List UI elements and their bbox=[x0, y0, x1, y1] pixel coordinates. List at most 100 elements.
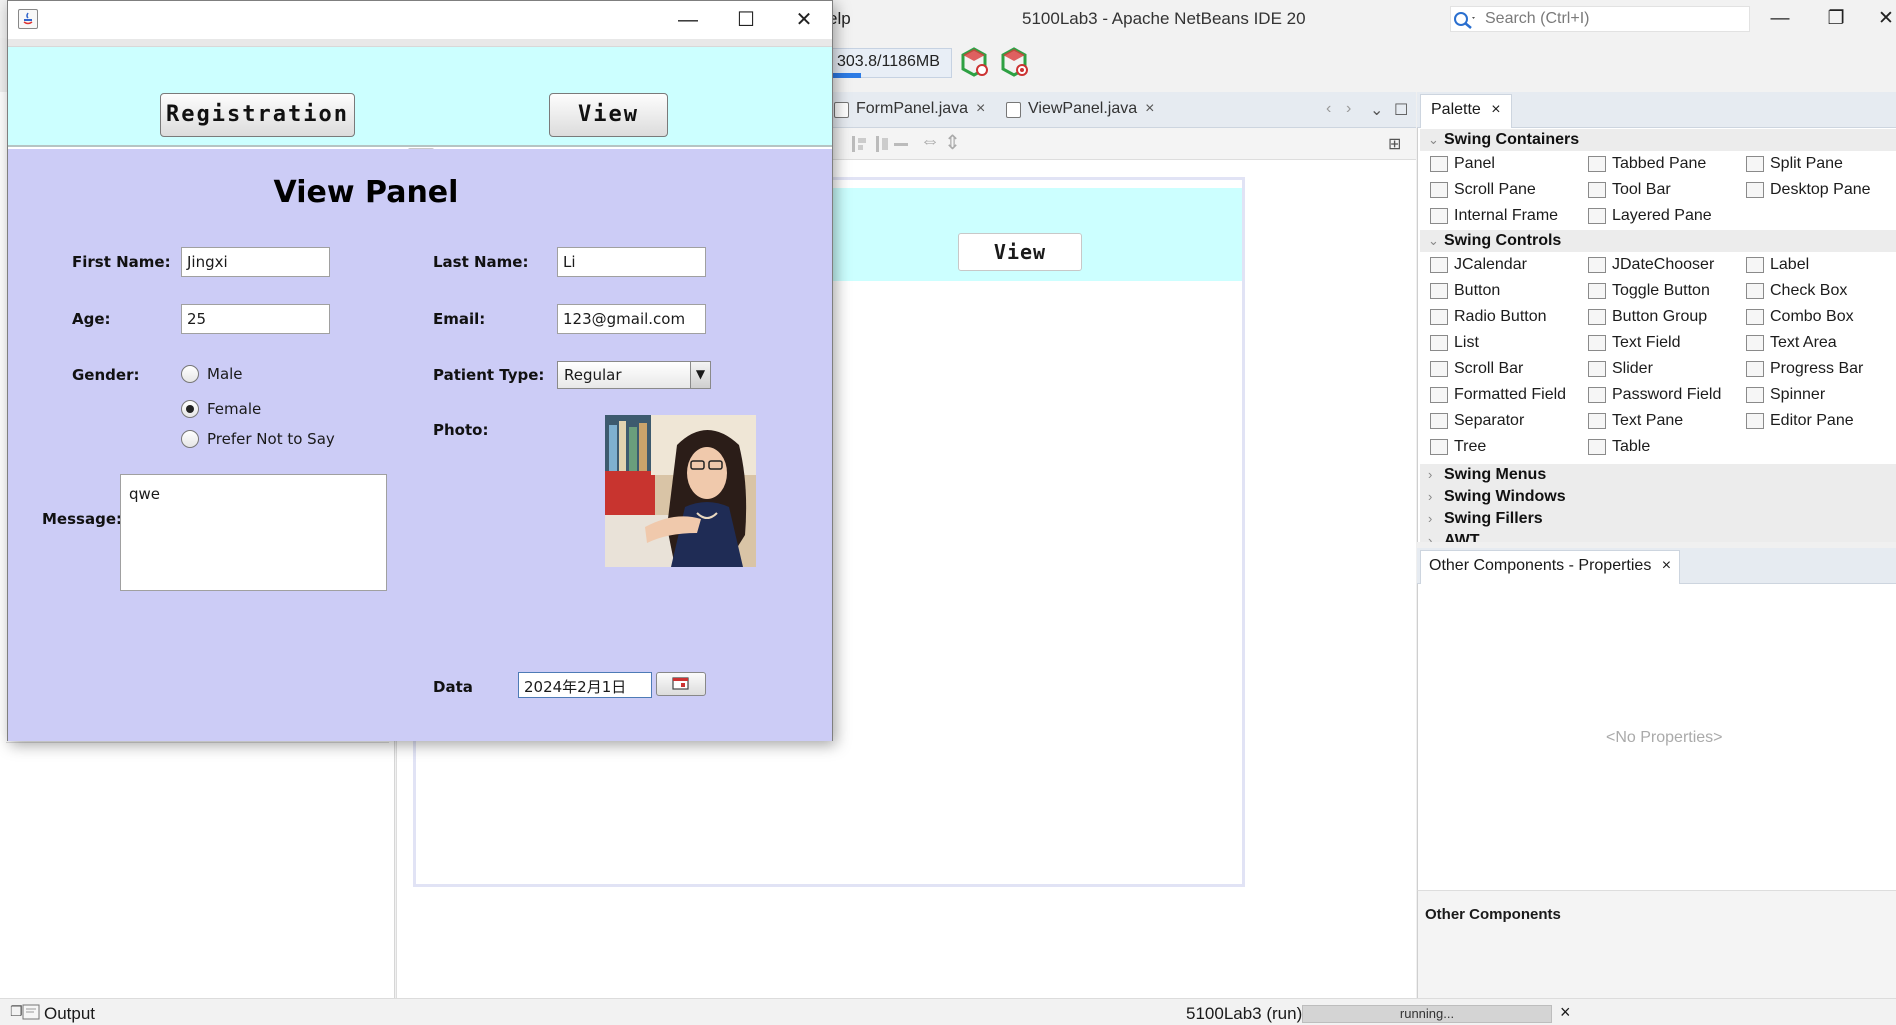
resize-horizontal-icon[interactable]: ⇔ bbox=[920, 130, 940, 153]
ide-minimize-button[interactable]: — bbox=[1760, 6, 1800, 32]
patient-type-select[interactable]: Regular ▼ bbox=[557, 361, 711, 389]
palette-item[interactable]: Desktop Pane bbox=[1744, 177, 1871, 203]
maximize-editor-icon[interactable]: ☐ bbox=[1394, 100, 1408, 120]
palette-item[interactable]: Panel bbox=[1428, 151, 1495, 177]
search-placeholder: Search (Ctrl+I) bbox=[1485, 10, 1590, 27]
output-tab[interactable]: Output bbox=[44, 1004, 95, 1024]
palette-item[interactable]: Radio Button bbox=[1428, 304, 1547, 330]
tab-formpanel[interactable]: FormPanel.java × bbox=[828, 92, 993, 128]
tab-properties[interactable]: Other Components - Properties × bbox=[1420, 550, 1681, 584]
profile-icon[interactable] bbox=[958, 46, 990, 78]
run-status-label: 5100Lab3 (run) bbox=[1186, 1004, 1303, 1023]
properties-close-icon[interactable]: × bbox=[1662, 557, 1671, 574]
palette-item[interactable]: Tree bbox=[1428, 434, 1486, 460]
email-field[interactable]: 123@gmail.com bbox=[557, 304, 706, 334]
date-field[interactable]: 2024年2月1日 bbox=[518, 672, 652, 698]
palette-category-swing-containers[interactable]: ⌄ Swing Containers bbox=[1420, 129, 1896, 151]
palette-item[interactable]: JCalendar bbox=[1428, 252, 1527, 278]
tab-scroll-right-icon[interactable]: › bbox=[1346, 100, 1351, 118]
palette-category-swing-menus[interactable]: › Swing Menus bbox=[1420, 464, 1896, 486]
label-icon bbox=[1746, 257, 1764, 273]
stop-run-icon[interactable]: × bbox=[1560, 1002, 1571, 1023]
palette-item[interactable]: Internal Frame bbox=[1428, 203, 1558, 229]
palette-category-swing-windows[interactable]: › Swing Windows bbox=[1420, 486, 1896, 508]
palette-item-label: Toggle Button bbox=[1612, 282, 1710, 299]
palette-item[interactable]: Progress Bar bbox=[1744, 356, 1863, 382]
palette-item[interactable]: Layered Pane bbox=[1586, 203, 1712, 229]
palette-category-awt[interactable]: › AWT bbox=[1420, 530, 1896, 542]
dropdown-arrow-icon[interactable]: ▼ bbox=[690, 362, 710, 388]
combo-box-icon bbox=[1746, 309, 1764, 325]
palette-item[interactable]: Check Box bbox=[1744, 278, 1847, 304]
app-maximize-button[interactable]: ☐ bbox=[717, 1, 775, 39]
palette-item[interactable]: Scroll Bar bbox=[1428, 356, 1523, 382]
palette-close-icon[interactable]: × bbox=[1491, 101, 1500, 118]
tab-scroll-left-icon[interactable]: ‹ bbox=[1326, 100, 1331, 118]
palette-item[interactable]: Spinner bbox=[1744, 382, 1825, 408]
palette-category-swing-controls[interactable]: ⌄ Swing Controls bbox=[1420, 230, 1896, 252]
registration-button[interactable]: Registration bbox=[160, 93, 355, 137]
palette-item[interactable]: Tool Bar bbox=[1586, 177, 1671, 203]
age-field[interactable]: 25 bbox=[181, 304, 330, 334]
tab-palette[interactable]: Palette × bbox=[1420, 94, 1512, 128]
palette-item[interactable]: List bbox=[1428, 330, 1479, 356]
resize-vertical-icon[interactable]: ⇕ bbox=[944, 130, 961, 155]
view-button[interactable]: View bbox=[549, 93, 668, 137]
app-title-bar: — ☐ ✕ bbox=[8, 1, 832, 39]
message-textarea[interactable]: qwe bbox=[120, 474, 387, 591]
palette-item[interactable]: Button Group bbox=[1586, 304, 1707, 330]
ide-restore-button[interactable]: ❐ bbox=[1816, 6, 1856, 32]
category-label: Swing Windows bbox=[1444, 488, 1566, 505]
palette-item[interactable]: Tabbed Pane bbox=[1586, 151, 1706, 177]
palette-item[interactable]: Text Area bbox=[1744, 330, 1837, 356]
palette-item[interactable]: Button bbox=[1428, 278, 1500, 304]
tab-viewpanel[interactable]: ViewPanel.java × bbox=[1000, 92, 1162, 128]
date-picker-button[interactable] bbox=[656, 672, 706, 696]
palette-item[interactable]: Scroll Pane bbox=[1428, 177, 1536, 203]
palette-item[interactable]: Text Field bbox=[1586, 330, 1680, 356]
palette-item[interactable]: Password Field bbox=[1586, 382, 1721, 408]
palette-item[interactable]: Separator bbox=[1428, 408, 1524, 434]
ide-search-box[interactable]: Search (Ctrl+I) bbox=[1450, 6, 1750, 32]
last-name-label: Last Name: bbox=[433, 253, 529, 271]
category-label: Swing Containers bbox=[1444, 131, 1580, 148]
palette-item[interactable]: Toggle Button bbox=[1586, 278, 1710, 304]
first-name-field[interactable]: Jingxi bbox=[181, 247, 330, 277]
palette-item[interactable]: Split Pane bbox=[1744, 151, 1843, 177]
list-icon bbox=[1430, 335, 1448, 351]
app-close-button[interactable]: ✕ bbox=[775, 1, 833, 39]
palette-item-label: Radio Button bbox=[1454, 308, 1547, 325]
gender-radio-male[interactable]: Male bbox=[181, 364, 243, 386]
design-view-button[interactable]: View bbox=[958, 233, 1082, 271]
palette-item[interactable]: Text Pane bbox=[1586, 408, 1683, 434]
app-minimize-button[interactable]: — bbox=[659, 1, 717, 39]
tab-close-icon[interactable]: × bbox=[1145, 100, 1154, 117]
first-name-label: First Name: bbox=[72, 253, 171, 271]
button-group-icon bbox=[1588, 309, 1606, 325]
palette-item[interactable]: Editor Pane bbox=[1744, 408, 1854, 434]
restore-window-icon[interactable]: ❐ bbox=[10, 1003, 23, 1020]
palette-item-label: Formatted Field bbox=[1454, 386, 1567, 403]
tab-close-icon[interactable]: × bbox=[976, 100, 985, 117]
palette-item[interactable]: Formatted Field bbox=[1428, 382, 1566, 408]
gender-radio-female[interactable]: Female bbox=[181, 399, 261, 421]
palette-item[interactable]: Combo Box bbox=[1744, 304, 1854, 330]
palette-item[interactable]: Slider bbox=[1586, 356, 1653, 382]
spinner-icon bbox=[1746, 387, 1764, 403]
tab-list-icon[interactable]: ⌄ bbox=[1370, 100, 1383, 120]
palette-category-swing-fillers[interactable]: › Swing Fillers bbox=[1420, 508, 1896, 530]
ide-close-button[interactable]: ✕ bbox=[1866, 6, 1896, 32]
memory-indicator[interactable]: 303.8/1186MB bbox=[828, 48, 952, 78]
palette-item[interactable]: Table bbox=[1586, 434, 1650, 460]
gender-radio-prefer-not[interactable]: Prefer Not to Say bbox=[181, 429, 335, 451]
palette-item[interactable]: Label bbox=[1744, 252, 1809, 278]
separator-icon bbox=[1430, 413, 1448, 429]
grid-icon[interactable]: ⊞ bbox=[1388, 134, 1401, 154]
palette-item[interactable]: JDateChooser bbox=[1586, 252, 1714, 278]
palette-item-label: Tree bbox=[1454, 438, 1487, 455]
last-name-field[interactable]: Li bbox=[557, 247, 706, 277]
align-icons[interactable] bbox=[850, 134, 910, 154]
java-file-icon bbox=[834, 102, 849, 118]
palette-item-label: Button Group bbox=[1612, 308, 1708, 325]
profile-snapshot-icon[interactable] bbox=[998, 46, 1030, 78]
